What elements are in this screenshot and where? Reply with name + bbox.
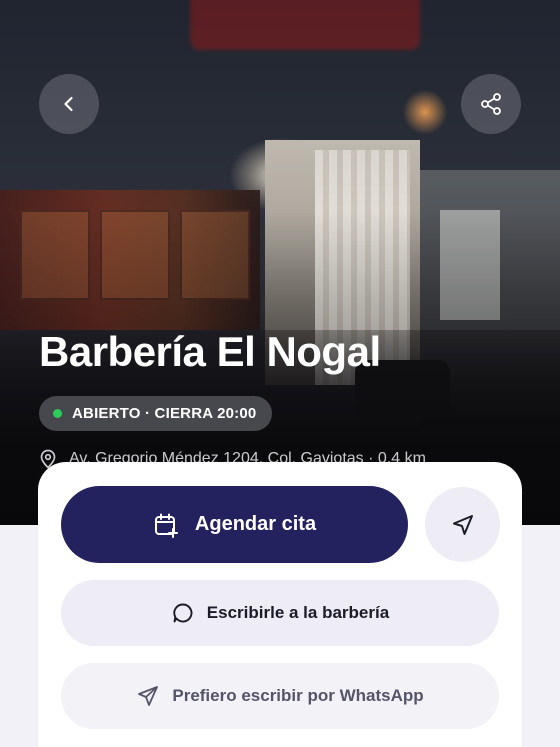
message-barbershop-button[interactable]: Escribirle a la barbería xyxy=(61,580,499,646)
calendar-plus-icon xyxy=(154,513,178,538)
whatsapp-label: Prefiero escribir por WhatsApp xyxy=(172,686,424,705)
status-badge: ABIERTO · CIERRA 20:00 xyxy=(39,396,273,431)
share-button[interactable] xyxy=(461,74,521,134)
directions-button[interactable] xyxy=(425,487,500,562)
book-appointment-button[interactable]: Agendar cita xyxy=(61,486,408,563)
message-barbershop-label: Escribirle a la barbería xyxy=(206,603,390,622)
book-appointment-label: Agendar cita xyxy=(194,513,317,535)
shop-title: Barbería El Nogal xyxy=(39,328,381,375)
share-icon xyxy=(481,93,501,115)
navigation-arrow-icon xyxy=(452,514,473,535)
status-dot xyxy=(53,409,62,418)
chevron-left-icon xyxy=(64,96,73,112)
status-text: ABIERTO · CIERRA 20:00 xyxy=(72,405,257,422)
back-button[interactable] xyxy=(39,74,99,134)
chat-bubble-icon xyxy=(173,603,193,623)
whatsapp-button[interactable]: Prefiero escribir por WhatsApp xyxy=(61,663,499,729)
send-icon xyxy=(138,686,159,706)
